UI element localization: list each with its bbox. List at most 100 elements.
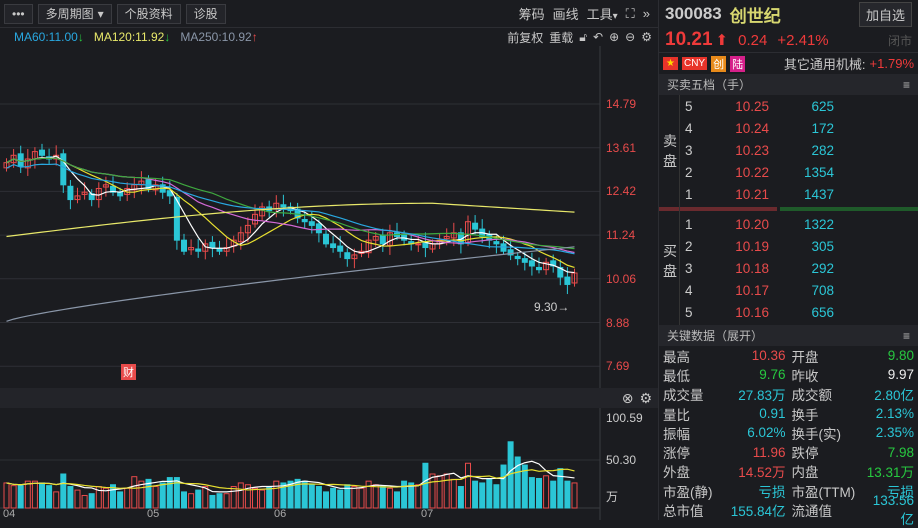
candle-body (39, 149, 45, 156)
add-watchlist-button[interactable]: 加自选 (858, 1, 912, 27)
sell-level-row[interactable]: 4 10.24 172 (659, 117, 918, 139)
level: 4 (685, 282, 693, 298)
menu-icon[interactable]: ≡ (903, 329, 910, 343)
volume-bar (372, 484, 379, 509)
volume-bar (301, 480, 308, 509)
volume: 708 (811, 282, 834, 298)
keydata-row: 最低 9.76 昨收 9.97 (659, 365, 918, 384)
candle-body (17, 153, 24, 167)
volume-bar (528, 477, 535, 509)
keydata-value: 27.83万 (738, 388, 786, 404)
sell-level-row[interactable]: 3 10.23 282 (659, 139, 918, 161)
price: 10.18 (735, 260, 769, 276)
gear-icon[interactable]: ⚙ (639, 390, 652, 407)
keydata-label: 跌停 (791, 446, 819, 462)
volume: 1322 (803, 216, 834, 232)
volume-bar (74, 489, 81, 509)
volume-bar (443, 473, 450, 509)
volume-bar (10, 485, 17, 509)
menu-icon[interactable]: ≡ (903, 78, 910, 92)
finance-badge[interactable]: 财 (121, 364, 136, 380)
keydata-value: 9.76 (759, 367, 786, 383)
chart-panel: ••• 多周期图 ▾ 个股资料 诊股 筹码 画线 工具▾ ⛶ » MA60:11.… (0, 0, 658, 520)
price-change: 0.24 (738, 31, 768, 49)
keydata-value: 6.02% (747, 425, 786, 441)
candle-body (60, 153, 67, 186)
volume: 1354 (803, 164, 834, 180)
sector-name[interactable]: 其它通用机械: (784, 54, 866, 73)
volume-bar (365, 480, 372, 509)
candle-body (536, 266, 542, 271)
close-icon[interactable]: ⊗ (622, 390, 634, 407)
volume-bar (493, 484, 500, 509)
volume-bar (88, 493, 95, 509)
volume-bar (337, 489, 344, 509)
volume-axis-mid: 50.30 (606, 453, 637, 467)
sell-level-row[interactable]: 5 10.25 625 (659, 95, 918, 117)
keydata-table: 最高 10.36 开盘 9.80 最低 9.76 昨收 9.97 成交量 27.83万 成交额 2.8… (659, 346, 918, 526)
low-marker: 9.30→ (534, 300, 570, 314)
buy-level-row[interactable]: 4 10.17 708 (659, 279, 918, 301)
volume-bar (230, 486, 237, 509)
price-tick: 14.79 (606, 97, 637, 111)
volume-bar (543, 475, 550, 509)
volume-axis-unit: 万 (606, 490, 619, 504)
price-tick: 8.88 (606, 315, 630, 330)
volume-bar (266, 486, 273, 509)
price: 10.25 (735, 98, 769, 114)
volume-bar (31, 480, 38, 509)
level: 1 (685, 216, 693, 232)
volume-bar (117, 491, 124, 509)
buy-level-row[interactable]: 3 10.18 292 (659, 257, 918, 279)
volume-bar (351, 486, 358, 509)
keydata-label: 开盘 (791, 349, 819, 365)
candle-body (344, 252, 351, 260)
orderbook-header: 买卖五档（手） ≡ (659, 74, 918, 95)
volume-bar (223, 493, 230, 509)
buy-level-row[interactable]: 1 10.20 1322 (659, 213, 918, 235)
volume-bar (81, 494, 88, 509)
price: 10.22 (735, 164, 769, 180)
sell-level-row[interactable]: 1 10.21 1437 (659, 183, 918, 205)
volume-bar (195, 489, 202, 509)
price-tick: 10.06 (606, 271, 637, 286)
keydata-label: 外盘 (663, 465, 690, 481)
volume-bar (465, 462, 471, 509)
volume-bar (401, 480, 408, 509)
keydata-value: 14.52万 (738, 465, 786, 481)
keydata-value: 13.31万 (866, 465, 914, 481)
volume-bar (536, 477, 542, 509)
price: 10.20 (735, 216, 769, 232)
volume: 1437 (803, 186, 834, 202)
buy-level-row[interactable]: 5 10.16 656 (659, 301, 918, 323)
stock-name: 创世纪 (729, 6, 781, 26)
candle-body (330, 243, 337, 249)
volume-bar (252, 487, 258, 509)
candle-body (195, 248, 202, 252)
volume-bar (330, 487, 337, 509)
buy-label: 买盘 (663, 243, 677, 279)
keydata-value: 10.36 (751, 348, 786, 364)
volume-bar (202, 486, 209, 509)
candle-body (337, 245, 344, 252)
volume-bar (53, 491, 60, 509)
price: 10.17 (735, 282, 769, 298)
keydata-label: 换手(实) (791, 426, 842, 442)
volume: 292 (811, 260, 834, 276)
buy-level-row[interactable]: 2 10.19 305 (659, 235, 918, 257)
keydata-title[interactable]: 关键数据（展开） (667, 327, 763, 344)
price-tick: 13.61 (606, 140, 637, 155)
volume-bar (124, 487, 131, 509)
volume-bar (429, 473, 436, 509)
volume-bar (315, 486, 322, 509)
keydata-label: 市盈(TTM) (791, 484, 856, 500)
volume-bar (486, 478, 493, 509)
sell-level-row[interactable]: 2 10.22 1354 (659, 161, 918, 183)
volume-bar (564, 480, 571, 509)
candle-body (308, 221, 315, 226)
arrow-up-icon: ⬆ (715, 32, 729, 49)
volume: 305 (811, 238, 834, 254)
volume-bar (323, 491, 329, 509)
volume-bar (259, 489, 266, 509)
candlestick-chart[interactable] (0, 0, 658, 520)
